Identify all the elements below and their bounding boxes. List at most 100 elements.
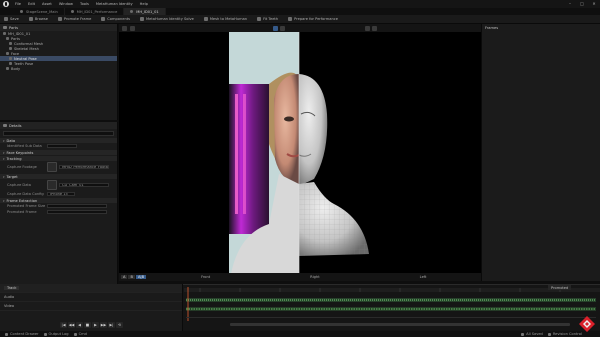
frame-size-field[interactable] xyxy=(47,204,107,208)
browse-button[interactable]: Browse xyxy=(28,17,48,21)
all-saved-status[interactable]: All Saved xyxy=(521,332,543,336)
play-reverse-button[interactable]: ◀ xyxy=(76,322,83,328)
unreal-logo-icon[interactable] xyxy=(3,1,9,7)
menu-asset[interactable]: Asset xyxy=(42,2,52,6)
view-b-button[interactable]: B xyxy=(128,275,135,279)
prepare-icon xyxy=(288,17,293,21)
promoted-frame-field[interactable] xyxy=(47,210,107,214)
property-label: Capture Data Config xyxy=(7,192,44,196)
capture-config-field[interactable]: iPhone 15 xyxy=(47,192,75,196)
lighting-icon[interactable] xyxy=(372,25,377,31)
add-track-button[interactable]: Track xyxy=(4,286,20,290)
identity-icon xyxy=(3,32,6,35)
document-tabs: StageScene_Main MH_ID01_Performance MH_I… xyxy=(0,8,600,15)
identity-solve-button[interactable]: MetaHuman Identity Solve xyxy=(140,17,194,21)
go-to-end-button[interactable]: ▶| xyxy=(108,322,115,328)
promote-frame-button[interactable]: Promote Frame xyxy=(57,17,91,21)
details-search-input[interactable] xyxy=(3,131,114,136)
property-field[interactable] xyxy=(47,144,77,148)
mesh-to-metahuman-button[interactable]: Mesh to MetaHuman xyxy=(203,17,248,21)
viewport[interactable] xyxy=(119,24,481,281)
tree-label: Body xyxy=(11,66,21,71)
output-log-button[interactable]: Output Log xyxy=(43,332,69,336)
cmd-button[interactable]: Cmd xyxy=(73,332,87,336)
right-view-label[interactable]: Right xyxy=(310,275,319,279)
tab-performance[interactable]: MH_ID01_Performance xyxy=(65,8,125,15)
menu-metahuman-identity[interactable]: MetaHuman Identity xyxy=(96,2,133,6)
loop-button[interactable]: ⟲ xyxy=(116,322,123,328)
mesh-icon xyxy=(9,47,12,50)
components-button[interactable]: Components xyxy=(101,17,130,21)
property-label: Capture Footage xyxy=(7,165,37,169)
view-options-icon[interactable] xyxy=(122,25,127,31)
menu-help[interactable]: Help xyxy=(140,2,148,6)
menu-tools[interactable]: Tools xyxy=(80,2,89,6)
capture-footage-field[interactable]: MHID_Performance_Footage xyxy=(59,165,109,169)
fit-teeth-button[interactable]: Fit Teeth xyxy=(257,17,278,21)
play-button[interactable]: ▶ xyxy=(92,322,99,328)
fit-teeth-label: Fit Teeth xyxy=(263,17,279,21)
parts-panel-header: Parts xyxy=(0,24,117,31)
depth-icon[interactable] xyxy=(365,25,370,31)
frames-panel-title: Frames xyxy=(485,26,499,30)
details-panel: Details Data Identified Sub Data Face Ke… xyxy=(0,122,118,290)
metahuman-icon xyxy=(203,17,208,21)
brand-logo-icon xyxy=(579,316,595,332)
tree-icon xyxy=(3,26,7,29)
close-button[interactable]: ✕ xyxy=(588,0,600,8)
section-title: Target xyxy=(6,174,18,179)
status-label: Cmd xyxy=(78,332,87,336)
stop-button[interactable]: ■ xyxy=(84,322,91,328)
track-video[interactable]: Video xyxy=(0,302,182,311)
section-title: Frame Extraction xyxy=(6,198,38,203)
capture-data-thumbnail[interactable] xyxy=(47,180,57,190)
prepare-performance-button[interactable]: Prepare for Performance xyxy=(288,17,338,21)
save-button[interactable]: Save xyxy=(4,17,19,21)
performance-icon xyxy=(70,10,74,13)
minimize-button[interactable]: – xyxy=(564,0,576,8)
tab-label: MH_ID01_Performance xyxy=(76,9,118,14)
tree-item-body[interactable]: Body xyxy=(0,66,117,71)
frames-panel: Frames xyxy=(481,24,600,281)
menu-edit[interactable]: Edit xyxy=(28,2,35,6)
window-controls: – □ ✕ xyxy=(564,0,600,8)
footage-thumbnail[interactable] xyxy=(47,162,57,172)
identity-solve-label: MetaHuman Identity Solve xyxy=(146,17,194,21)
timeline-view-dropdown[interactable]: Promoted xyxy=(548,285,572,290)
face-icon xyxy=(6,52,9,55)
revision-control-button[interactable]: Revision Control xyxy=(547,332,582,336)
menu-window[interactable]: Window xyxy=(59,2,73,6)
property-label: Promoted Frame xyxy=(7,210,37,214)
panel-title: Parts xyxy=(9,25,18,30)
view-ab-button[interactable]: A|B xyxy=(135,275,147,279)
maximize-button[interactable]: □ xyxy=(576,0,588,8)
previous-frame-button[interactable]: ◀◀ xyxy=(68,322,75,328)
go-to-start-button[interactable]: |◀ xyxy=(60,322,67,328)
tab-stagescene[interactable]: StageScene_Main xyxy=(14,8,65,15)
tree-label: Conformal Mesh xyxy=(14,41,44,46)
pose-icon xyxy=(9,57,12,60)
front-view-label[interactable]: Front xyxy=(201,275,210,279)
components-icon xyxy=(101,17,106,21)
tree-label: Neutral Pose xyxy=(14,56,37,61)
panel-title: Details xyxy=(9,123,22,128)
ab-split-a-icon[interactable] xyxy=(273,25,278,31)
camera-icon[interactable] xyxy=(130,25,135,31)
next-frame-button[interactable]: ▶▶ xyxy=(100,322,107,328)
property-row: Capture Footage MHID_Performance_Footage xyxy=(0,161,117,173)
mesh-to-metahuman-label: Mesh to MetaHuman xyxy=(209,17,248,21)
track-label: Audio xyxy=(4,295,15,299)
view-a-button[interactable]: A xyxy=(121,275,128,279)
menu-file[interactable]: File xyxy=(15,2,21,6)
content-drawer-button[interactable]: Content Drawer xyxy=(5,332,39,336)
tab-identity[interactable]: MH_ID01_01 xyxy=(124,8,166,15)
section-face-keypoints[interactable]: Face Keypoints xyxy=(0,150,117,155)
tree-label: Face xyxy=(11,51,20,56)
status-bar: Content Drawer Output Log Cmd All Saved … xyxy=(0,331,600,337)
capture-data-field[interactable]: CD_Cam_01 xyxy=(59,183,109,187)
ab-split-b-icon[interactable] xyxy=(280,25,285,31)
folder-icon xyxy=(6,37,9,40)
left-view-label[interactable]: Left xyxy=(420,275,427,279)
track-audio[interactable]: Audio xyxy=(0,293,182,302)
tab-label: StageScene_Main xyxy=(26,9,58,14)
